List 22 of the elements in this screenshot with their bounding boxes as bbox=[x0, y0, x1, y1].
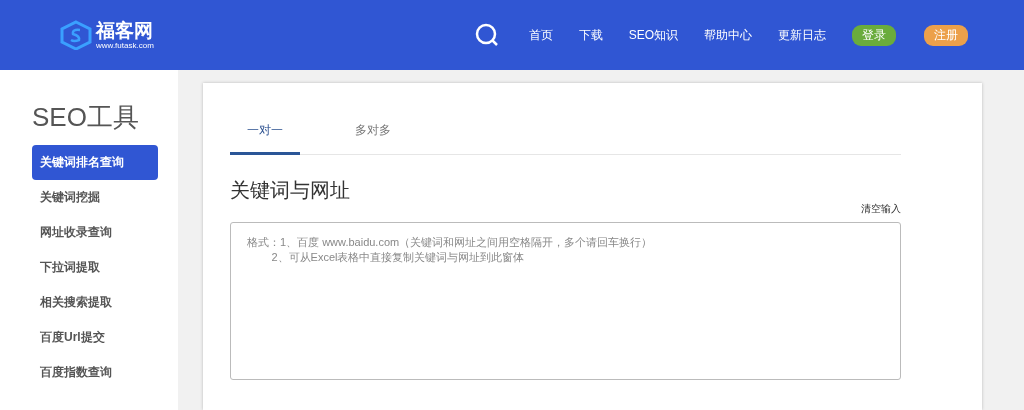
nav-link[interactable]: 更新日志 bbox=[778, 26, 826, 44]
search-icon[interactable] bbox=[474, 23, 499, 47]
sidebar-item[interactable]: 关键词排名查询 bbox=[32, 145, 158, 180]
nav-link[interactable]: 下载 bbox=[578, 26, 603, 44]
sidebar-item[interactable]: 百度指数查询 bbox=[32, 355, 158, 390]
nav-link[interactable]: 帮助中心 bbox=[704, 26, 752, 44]
tab[interactable]: 一对一 bbox=[230, 118, 300, 155]
clear-input-link[interactable]: 清空输入 bbox=[861, 202, 901, 216]
nav-link[interactable]: 首页 bbox=[528, 26, 553, 44]
keyword-url-input-field[interactable]: 格式：1、百度 www.baidu.com（关键词和网址之间用空格隔开，多个请回车换行） 2、可从Excel表格中直接复制关键词与网址到此窗体 bbox=[230, 222, 901, 380]
sidebar-item[interactable]: 关键词挖掘 bbox=[32, 180, 158, 215]
sidebar-item[interactable]: 百度Url提交 bbox=[32, 320, 158, 355]
sidebar-item[interactable]: 相关搜索提取 bbox=[32, 285, 158, 320]
logo-url: www.futask.com bbox=[96, 40, 154, 51]
cube-logo-icon bbox=[60, 20, 92, 50]
sidebar-item[interactable]: 网址收录查询 bbox=[32, 215, 158, 250]
logo-name: 福客网 bbox=[96, 19, 154, 41]
section-heading: 关键词与网址 bbox=[230, 178, 351, 203]
tab[interactable]: 多对多 bbox=[338, 118, 408, 155]
sidebar-title: SEO工具 bbox=[32, 101, 140, 134]
sidebar-item[interactable]: 下拉词提取 bbox=[32, 250, 158, 285]
nav-link[interactable]: SEO知识 bbox=[628, 26, 678, 44]
